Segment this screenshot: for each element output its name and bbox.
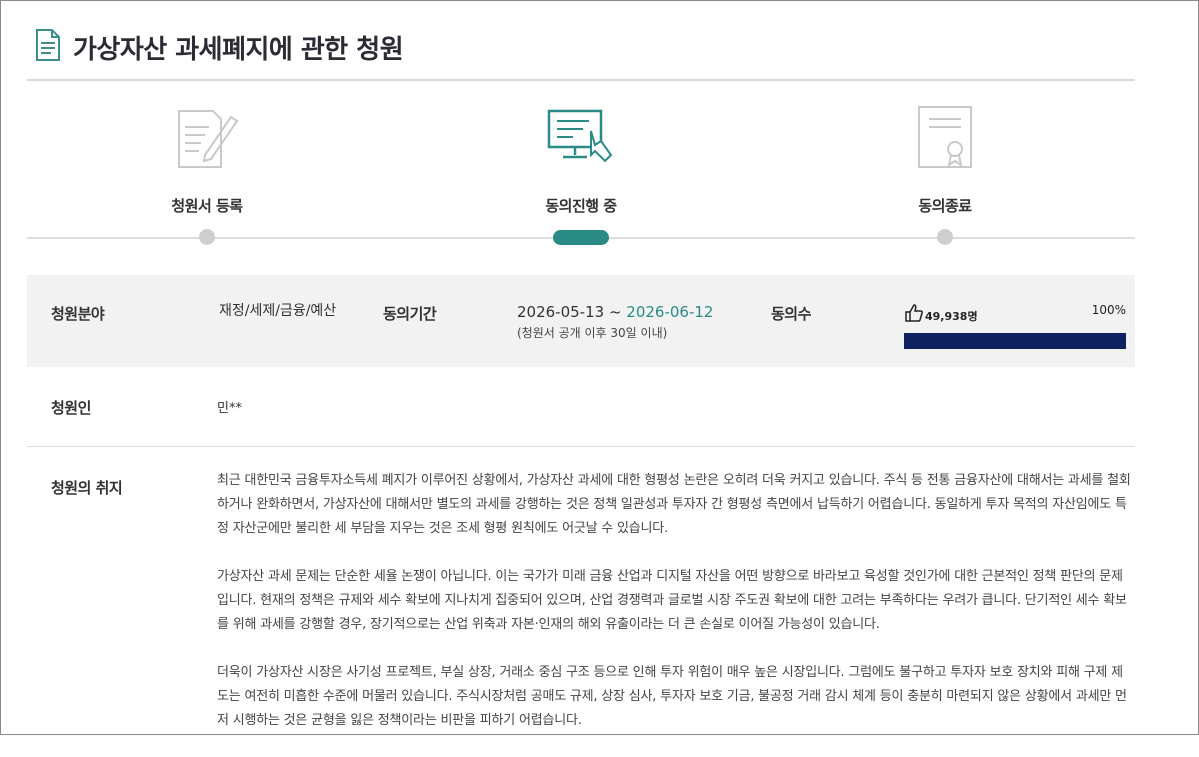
purpose-text: 최근 대한민국 금융투자소득세 폐지가 이루어진 상황에서, 가상자산 과세에 … [217, 469, 1133, 757]
votes-percent: 100% [1091, 303, 1126, 317]
petition-page: 가상자산 과세폐지에 관한 청원 청원서 등록 동의진행 중 동의종료 청원분야… [0, 0, 1199, 735]
step-dot [937, 229, 953, 245]
monitor-hand-click-icon [547, 109, 613, 163]
field-label: 청원분야 [51, 305, 105, 323]
votes-label: 동의수 [771, 305, 811, 323]
votes-progress-fill [904, 333, 1126, 349]
step-in-progress: 동의진행 중 [481, 101, 681, 245]
thumbs-up-icon [905, 304, 923, 322]
purpose-row: 청원의 취지 최근 대한민국 금융투자소득세 폐지가 이루어진 상황에서, 가상… [27, 447, 1135, 736]
step-active-indicator [553, 230, 609, 245]
petitioner-row: 청원인 민** [27, 367, 1135, 447]
purpose-paragraph: 더욱이 가상자산 시장은 사기성 프로젝트, 부실 상장, 거래소 중심 구조 … [217, 665, 1127, 728]
purpose-paragraph: 가상자산 과세 문제는 단순한 세율 논쟁이 아닙니다. 이는 국가가 미래 금… [217, 569, 1127, 632]
step-label: 동의종료 [918, 197, 972, 215]
certificate-icon [918, 106, 972, 168]
step-closed: 동의종료 [845, 101, 1045, 245]
petitioner-label: 청원인 [51, 399, 91, 417]
step-registration: 청원서 등록 [107, 101, 307, 245]
page-header: 가상자산 과세폐지에 관한 청원 [27, 19, 1135, 81]
purpose-paragraph: 최근 대한민국 금융투자소득세 폐지가 이루어진 상황에서, 가상자산 과세에 … [217, 473, 1131, 536]
period-end: 2026-06-12 [626, 303, 714, 321]
page-title: 가상자산 과세폐지에 관한 청원 [73, 35, 404, 65]
step-dot [199, 229, 215, 245]
petition-info-row: 청원분야 재정/세제/금융/예산 동의기간 2026-05-13 ~ 2026-… [27, 275, 1135, 367]
petition-progress-steps: 청원서 등록 동의진행 중 동의종료 [27, 101, 1135, 261]
field-value: 재정/세제/금융/예산 [219, 303, 337, 319]
document-icon [36, 29, 60, 61]
step-label: 청원서 등록 [171, 197, 243, 215]
period-separator: ~ [604, 303, 627, 321]
votes-progress-bar [904, 333, 1126, 349]
purpose-label: 청원의 취지 [51, 479, 123, 497]
petitioner-value: 민** [217, 401, 242, 416]
period-note: (청원서 공개 이후 30일 이내) [517, 326, 668, 340]
period-start: 2026-05-13 [517, 303, 605, 321]
period-label: 동의기간 [383, 305, 437, 323]
document-pen-icon [178, 110, 239, 168]
votes-count: 49,938명 [925, 310, 978, 323]
period-value: 2026-05-13 ~ 2026-06-12 [517, 303, 713, 321]
step-label: 동의진행 중 [545, 197, 617, 215]
